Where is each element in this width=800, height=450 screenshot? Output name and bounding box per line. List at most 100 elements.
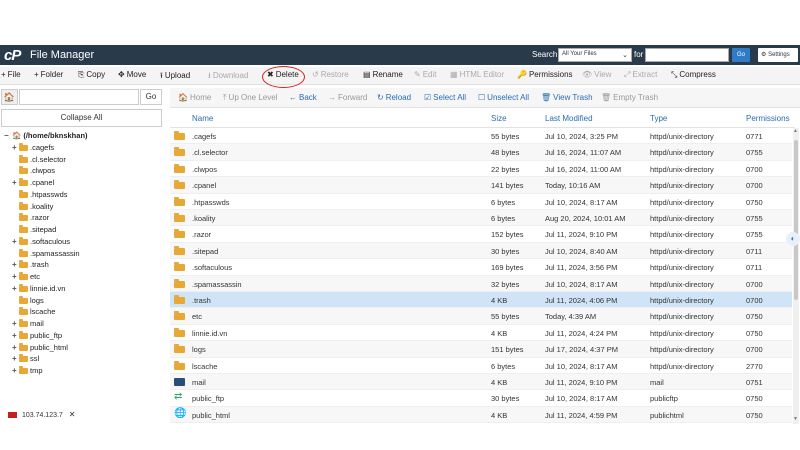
tree-item[interactable]: + mail (12, 319, 44, 331)
tree-item[interactable]: + .cagefs (12, 142, 54, 155)
table-row[interactable]: .clwpos 22 bytes Jul 16, 2024, 11:00 AM htt… (170, 161, 792, 178)
tree-item[interactable]: + .cpanel (12, 178, 54, 190)
settings-button[interactable]: ⚙ Settings (758, 48, 798, 62)
tree-item[interactable]: .spamassassin (12, 248, 80, 261)
collapse-icon[interactable]: − (4, 131, 10, 140)
toolbar-copy-button[interactable]: ⎘ Copy (78, 70, 105, 80)
nav-back-button[interactable]: ← Back (289, 93, 317, 102)
expand-icon[interactable]: + (12, 366, 18, 375)
column-header-permissions[interactable]: Permissions (746, 114, 790, 123)
table-row[interactable]: mail 4 KB Jul 11, 2024, 9:10 PM mail 0751 (170, 374, 792, 391)
expand-icon[interactable]: + (12, 284, 18, 293)
tree-item[interactable]: .razor (12, 213, 49, 225)
cell-permissions: 0750 (746, 197, 763, 207)
toolbar-compress-button[interactable]: ⤡ Compress (671, 70, 716, 80)
tree-item[interactable]: + public_html (12, 342, 68, 355)
column-header-type[interactable]: Type (650, 114, 667, 123)
toolbar-edit-button[interactable]: ✎ Edit (414, 70, 437, 79)
home-icon[interactable]: 🏠 (1, 89, 18, 105)
nav-unselect-all-button[interactable]: ☐ Unselect All (478, 93, 529, 102)
cell-permissions: 0751 (746, 378, 763, 387)
expand-icon[interactable]: + (12, 143, 18, 152)
table-row[interactable]: .razor 152 bytes Jul 11, 2024, 9:10 PM http… (170, 226, 792, 243)
toolbar-download-button[interactable]: ⭳ Download (208, 70, 248, 84)
expand-icon[interactable]: + (12, 260, 18, 269)
toolbar-move-button[interactable]: ✥ Move (118, 70, 146, 79)
column-header-last-modified[interactable]: Last Modified (545, 114, 593, 123)
table-row[interactable]: .spamassassin 32 bytes Jul 10, 2024, 8:17 … (170, 275, 792, 292)
expand-icon[interactable]: + (12, 237, 18, 246)
tree-item[interactable]: .htpasswds (12, 189, 68, 202)
toolbar-upload-button[interactable]: ⭱ Upload (160, 70, 190, 84)
scroll-up-icon[interactable]: ▲ (793, 128, 798, 134)
nav-view-trash-button[interactable]: 🗑 View Trash (541, 93, 593, 102)
toolbar-file-button[interactable]: + File (1, 70, 21, 79)
scrollbar-thumb[interactable] (794, 140, 798, 300)
tree-item[interactable]: + tmp (12, 366, 43, 378)
search-go-button[interactable]: Go (732, 48, 750, 62)
cell-permissions: 0711 (746, 263, 763, 273)
tree-item[interactable]: .cl.selector (12, 154, 66, 167)
nav-up-one-level-button[interactable]: ⤒ Up One Level (223, 93, 277, 103)
tree-item[interactable]: + public_ftp (12, 330, 62, 343)
side-widget-icon[interactable]: ◐ (786, 232, 800, 246)
toolbar-restore-button[interactable]: ↺ Restore (312, 70, 349, 79)
table-row[interactable]: .softaculous 169 bytes Jul 11, 2024, 3:56 … (170, 259, 792, 276)
close-icon[interactable]: ✕ (69, 410, 76, 419)
table-row[interactable]: lscache 6 bytes Jul 10, 2024, 8:17 AM httpd… (170, 358, 792, 374)
table-row[interactable]: 🌐 public_html 4 KB Jul 11, 2024, 4:59 PM pub… (170, 406, 792, 424)
path-input[interactable] (19, 89, 139, 105)
toolbar-view-button[interactable]: 👁 View (582, 70, 611, 79)
tree-item[interactable]: + ssl (12, 354, 39, 366)
expand-icon[interactable]: + (12, 331, 18, 340)
table-row[interactable]: .koality 6 bytes Aug 20, 2024, 10:01 AM htt… (170, 210, 792, 227)
toolbar-permissions-button[interactable]: 🔑 Permissions (517, 70, 573, 79)
tree-item[interactable]: .clwpos (12, 166, 55, 178)
tree-item[interactable]: + etc (12, 272, 40, 284)
table-row[interactable]: etc 55 bytes Today, 4:39 AM httpd/unix-dire… (170, 308, 792, 325)
table-row[interactable]: .trash 4 KB Jul 11, 2024, 4:06 PM httpd/uni… (170, 292, 792, 309)
scroll-down-icon[interactable]: ▼ (793, 416, 798, 422)
table-row[interactable]: ⇄ public_ftp 30 bytes Jul 10, 2024, 8:17 AM… (170, 390, 792, 407)
toolbar-extract-button[interactable]: ⤢ Extract (624, 70, 657, 80)
tree-item[interactable]: .sitepad (12, 225, 56, 237)
expand-icon[interactable]: + (12, 272, 18, 281)
tree-item[interactable]: + .trash (12, 260, 49, 272)
table-row[interactable]: .sitepad 30 bytes Jul 10, 2024, 8:40 AM htt… (170, 242, 792, 260)
vertical-scrollbar[interactable] (793, 128, 799, 424)
nav-forward-label: Forward (338, 93, 368, 102)
nav-reload-button[interactable]: ↻ Reload (377, 93, 411, 102)
tree-item[interactable]: − 🏠 (/home/bknskhan) (4, 131, 88, 143)
table-row[interactable]: .cpanel 141 bytes Today, 10:16 AM httpd/uni… (170, 177, 792, 194)
expand-icon[interactable]: + (12, 354, 18, 363)
toolbar-html-editor-button[interactable]: ▦ HTML Editor (450, 70, 504, 79)
action-toolbar: + File + Folder ⎘ Copy ✥ Move ⭱ Upload ⭳ Download ✖ D… (0, 67, 800, 85)
nav-forward-button[interactable]: → Forward (328, 93, 367, 102)
collapse-all-button[interactable]: Collapse All (1, 109, 162, 127)
expand-icon[interactable]: + (12, 178, 18, 187)
table-row[interactable]: logs 151 bytes Jul 17, 2024, 4:37 PM httpd/… (170, 341, 792, 358)
search-scope-select[interactable]: All Your Files ⌄ (558, 48, 632, 62)
tree-item[interactable]: logs (12, 295, 44, 308)
nav-home-button[interactable]: 🏠 Home (178, 93, 211, 102)
nav-empty-trash-button[interactable]: 🗑 Empty Trash (601, 93, 658, 102)
cell-size: 152 bytes (491, 230, 524, 240)
table-row[interactable]: .htpasswds 6 bytes Jul 10, 2024, 8:17 AM ht… (170, 194, 792, 210)
nav-select-all-button[interactable]: ☑ Select All (424, 93, 466, 102)
expand-icon[interactable]: + (12, 343, 18, 352)
column-header-name[interactable]: Name (192, 114, 213, 123)
tree-item[interactable]: + linnie.id.vn (12, 283, 65, 296)
folder-icon (174, 213, 185, 222)
expand-icon[interactable]: + (12, 319, 18, 328)
table-row[interactable]: .cagefs 55 bytes Jul 10, 2024, 3:25 PM http… (170, 128, 792, 145)
toolbar-folder-button[interactable]: + Folder (34, 70, 63, 79)
tree-item[interactable]: lscache (12, 307, 55, 319)
column-header-size[interactable]: Size (491, 114, 507, 123)
tree-item[interactable]: .koality (12, 201, 53, 214)
table-row[interactable]: .cl.selector 48 bytes Jul 16, 2024, 11:07 … (170, 144, 792, 161)
path-go-button[interactable]: Go (140, 89, 162, 105)
toolbar-rename-button[interactable]: ▤ Rename (363, 70, 403, 79)
table-row[interactable]: linnie.id.vn 4 KB Jul 11, 2024, 4:24 PM htt… (170, 325, 792, 342)
search-input[interactable] (645, 48, 729, 62)
tree-item[interactable]: + .softaculous (12, 236, 70, 249)
